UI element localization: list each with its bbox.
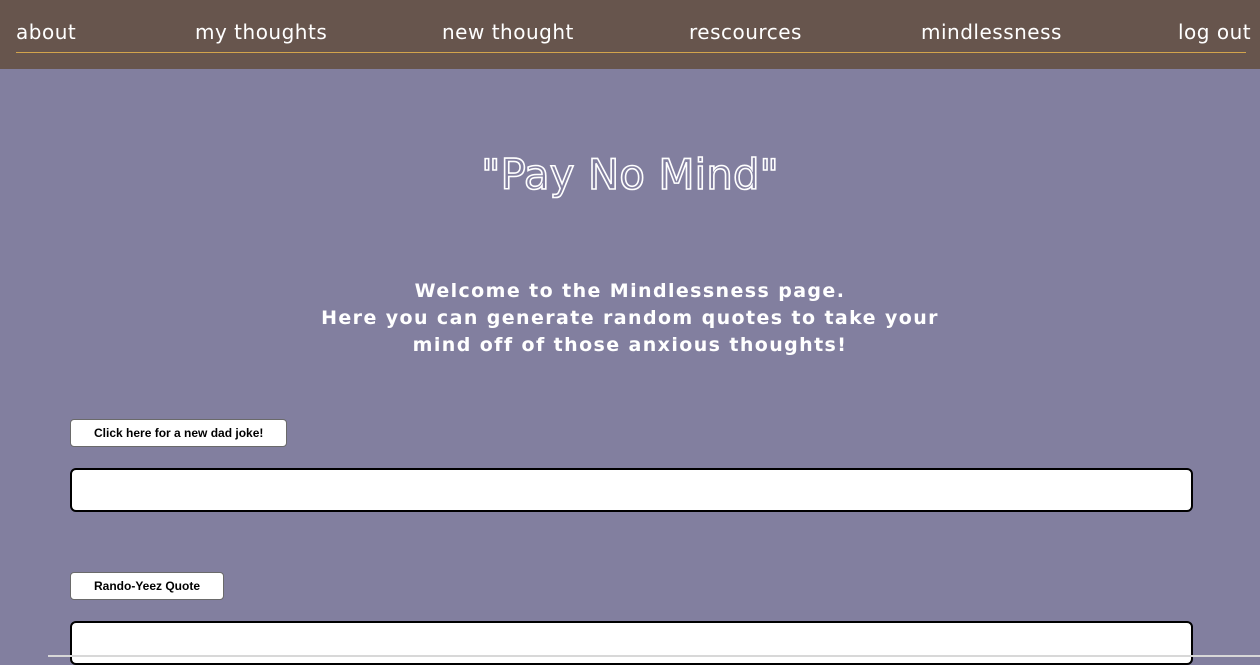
welcome-line-2: Here you can generate random quotes to t… <box>321 307 939 329</box>
page-title: "Pay No Mind" <box>480 149 779 200</box>
nav-link-resources[interactable]: rescources <box>689 20 802 44</box>
welcome-line-3: mind off of those anxious thoughts! <box>412 334 848 356</box>
yeezy-quote-output <box>70 621 1193 665</box>
welcome-message: Welcome to the Mindlessness page. Here y… <box>0 278 1260 359</box>
nav-link-new-thought[interactable]: new thought <box>442 20 574 44</box>
nav-link-about[interactable]: about <box>16 20 76 44</box>
nav-link-my-thoughts[interactable]: my thoughts <box>195 20 327 44</box>
nav-link-log-out[interactable]: log out <box>1178 20 1251 44</box>
dad-joke-output <box>70 468 1193 512</box>
yeezy-quote-button[interactable]: Rando-Yeez Quote <box>70 572 225 600</box>
dad-joke-button[interactable]: Click here for a new dad joke! <box>70 419 288 447</box>
top-navbar: about my thoughts new thought rescources… <box>0 0 1260 69</box>
nav-divider <box>16 52 1246 53</box>
nav-link-mindlessness[interactable]: mindlessness <box>921 20 1062 44</box>
welcome-line-1: Welcome to the Mindlessness page. <box>414 280 846 302</box>
